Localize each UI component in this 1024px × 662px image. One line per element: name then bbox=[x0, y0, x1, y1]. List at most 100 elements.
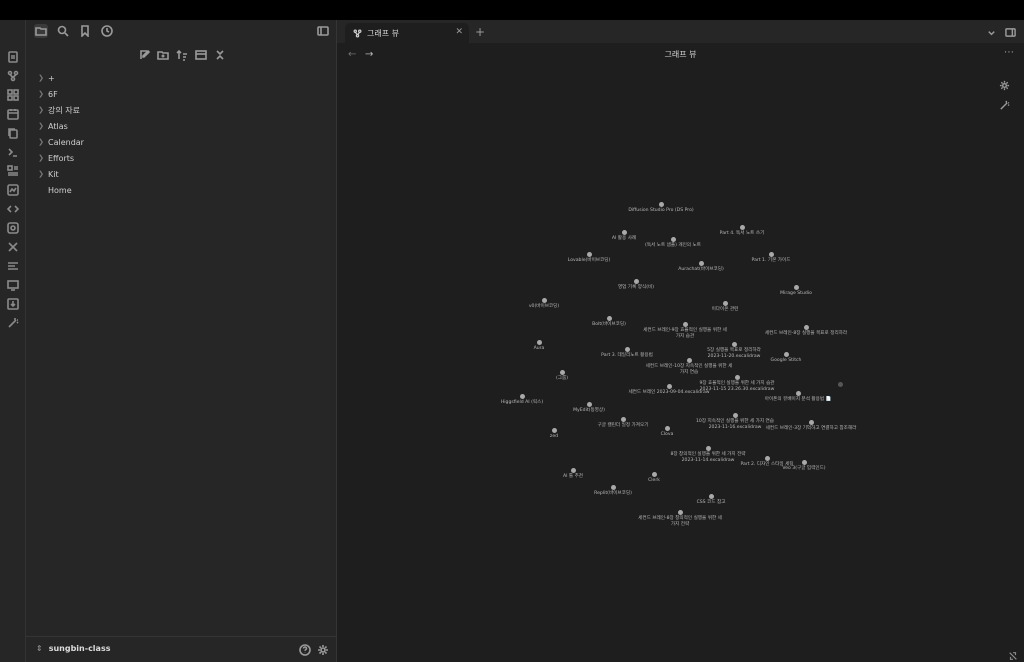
new-folder-icon[interactable] bbox=[156, 48, 170, 62]
sync-icon[interactable] bbox=[6, 221, 20, 235]
graph-node-dot bbox=[768, 251, 774, 257]
tools-icon[interactable] bbox=[6, 240, 20, 254]
new-note-icon[interactable] bbox=[6, 50, 20, 64]
tree-file[interactable]: Home bbox=[36, 182, 326, 198]
kanban-icon[interactable] bbox=[6, 164, 20, 178]
graph-node-dot bbox=[764, 455, 770, 461]
graph-node-label: Mirage Studio bbox=[780, 291, 812, 296]
canvas-icon[interactable] bbox=[6, 88, 20, 102]
calendar-icon[interactable] bbox=[6, 107, 20, 121]
graph-node-dot bbox=[808, 419, 814, 425]
excalidraw-icon[interactable] bbox=[6, 183, 20, 197]
templater-icon[interactable] bbox=[6, 202, 20, 216]
left-ribbon bbox=[0, 20, 26, 662]
graph-node-dot bbox=[677, 509, 683, 515]
graph-node-label: Bolt(바이브코딩) bbox=[592, 322, 626, 327]
sidebar-toggle-icon[interactable] bbox=[316, 24, 330, 38]
tree-folder[interactable]: ❯ 6F bbox=[36, 86, 326, 102]
settings-icon[interactable] bbox=[316, 643, 330, 657]
chevron-down-icon[interactable] bbox=[985, 26, 997, 38]
graph-node-label: Lovable(바이브코딩) bbox=[567, 258, 611, 263]
graph-node-dot bbox=[698, 260, 704, 266]
graph-node-label: 세컨드 브레인-8장 창의적인 실행을 위한 세 가지 전략 bbox=[638, 516, 722, 527]
graph-node-dot bbox=[624, 346, 630, 352]
graph-node-dot bbox=[722, 300, 728, 306]
copy-icon[interactable] bbox=[6, 126, 20, 140]
bookmark-icon[interactable] bbox=[78, 24, 92, 38]
tab-bar: 그래프 뷰 ✕ + bbox=[337, 20, 1024, 43]
search-icon[interactable] bbox=[56, 24, 70, 38]
graph-node-dot bbox=[686, 357, 692, 363]
graph-node-label: Replit(바이브코딩) bbox=[594, 491, 632, 496]
chevron-updown-icon: ⇕ bbox=[36, 644, 43, 653]
graph-node-dot bbox=[586, 251, 592, 257]
right-sidebar-toggle-icon[interactable] bbox=[1004, 26, 1016, 38]
new-tab-button[interactable]: + bbox=[473, 25, 487, 39]
close-icon[interactable]: ✕ bbox=[455, 27, 463, 37]
file-tree: ❯ + ❯ 6F ❯ 강의 자료 ❯ Atlas ❯ Calendar ❯ Efforts … bbox=[36, 70, 326, 198]
graph-node-dot bbox=[734, 374, 740, 380]
graph-node-label: 영업 기록 양식(비) bbox=[617, 285, 655, 290]
graph-node-dot bbox=[783, 351, 789, 357]
graph-node-label: Clerk bbox=[648, 478, 660, 483]
auto-reveal-icon[interactable] bbox=[194, 48, 208, 62]
graph-node-label: 세컨드 브레인-3장 기억하고 연결하고 참조해라 bbox=[765, 426, 857, 431]
chevron-right-icon: ❯ bbox=[38, 74, 44, 82]
graph-node-dot bbox=[551, 427, 557, 433]
graph-icon[interactable] bbox=[6, 69, 20, 83]
view-title: 그래프 뷰 bbox=[664, 50, 697, 59]
graph-node-dot bbox=[708, 493, 714, 499]
graph-settings-icon[interactable] bbox=[998, 79, 1010, 91]
graph-node-label: Veo 3(구글 입력인드) bbox=[782, 466, 826, 471]
graph-node-dot bbox=[801, 459, 807, 465]
graph-node-dot bbox=[633, 278, 639, 284]
tree-folder[interactable]: ❯ Efforts bbox=[36, 150, 326, 166]
chevron-right-icon: ❯ bbox=[38, 154, 44, 162]
graph-node-label: Google Stitch bbox=[770, 358, 802, 363]
graph-node-dot bbox=[682, 321, 688, 327]
graph-node-label: Aurachat(바이브코딩) bbox=[678, 267, 724, 272]
tree-folder[interactable]: ❯ + bbox=[36, 70, 326, 86]
graph-node-dot bbox=[651, 471, 657, 477]
animate-graph-icon[interactable] bbox=[998, 99, 1010, 111]
outline-icon[interactable] bbox=[6, 259, 20, 273]
terminal-icon[interactable] bbox=[6, 145, 20, 159]
graph-node-dot bbox=[658, 201, 664, 207]
sidebar-header bbox=[26, 20, 337, 42]
help-icon[interactable] bbox=[298, 643, 312, 657]
graph-icon bbox=[353, 28, 363, 38]
slides-icon[interactable] bbox=[6, 278, 20, 292]
vault-switcher[interactable]: ⇕ sungbin-class bbox=[36, 644, 110, 653]
tab-graph-view[interactable]: 그래프 뷰 ✕ bbox=[345, 23, 469, 43]
graph-node-dot bbox=[536, 339, 542, 345]
graph-node-dot bbox=[731, 341, 737, 347]
magic-wand-icon[interactable] bbox=[6, 316, 20, 330]
tree-folder[interactable]: ❯ Kit bbox=[36, 166, 326, 182]
graph-node-label: Part 1. 기본 가이드 bbox=[751, 258, 791, 263]
graph-node-dot bbox=[837, 381, 843, 387]
sort-icon[interactable] bbox=[175, 48, 189, 62]
import-icon[interactable] bbox=[6, 297, 20, 311]
clock-icon[interactable] bbox=[100, 24, 114, 38]
graph-node-dot bbox=[620, 416, 626, 422]
graph-node-label: 아이폰의 뮤배이지 분석 활용법 📄 bbox=[764, 397, 832, 402]
vault-switcher-bar: ⇕ sungbin-class bbox=[26, 636, 337, 662]
tree-folder[interactable]: ❯ 강의 자료 bbox=[36, 102, 326, 118]
collapse-all-icon[interactable] bbox=[213, 48, 227, 62]
graph-lock-icon[interactable] bbox=[1008, 646, 1018, 660]
graph-node-label: Aura bbox=[533, 346, 545, 351]
more-options-icon[interactable]: ⋯ bbox=[1004, 47, 1014, 58]
tree-folder[interactable]: ❯ Atlas bbox=[36, 118, 326, 134]
graph-node-dot bbox=[793, 284, 799, 290]
folder-icon[interactable] bbox=[34, 24, 48, 38]
graph-node-label: CSS 코드 참고 bbox=[696, 500, 726, 505]
graph-node-label: AI 활용 사례 bbox=[611, 236, 637, 241]
new-note-icon[interactable] bbox=[138, 48, 152, 62]
chevron-right-icon: ❯ bbox=[38, 138, 44, 146]
graph-node-dot bbox=[664, 425, 670, 431]
chevron-right-icon: ❯ bbox=[38, 106, 44, 114]
graph-node-dot bbox=[621, 229, 627, 235]
tree-folder[interactable]: ❯ Calendar bbox=[36, 134, 326, 150]
graph-node-label: (그룹) bbox=[555, 376, 569, 381]
graph-node-dot bbox=[559, 369, 565, 375]
